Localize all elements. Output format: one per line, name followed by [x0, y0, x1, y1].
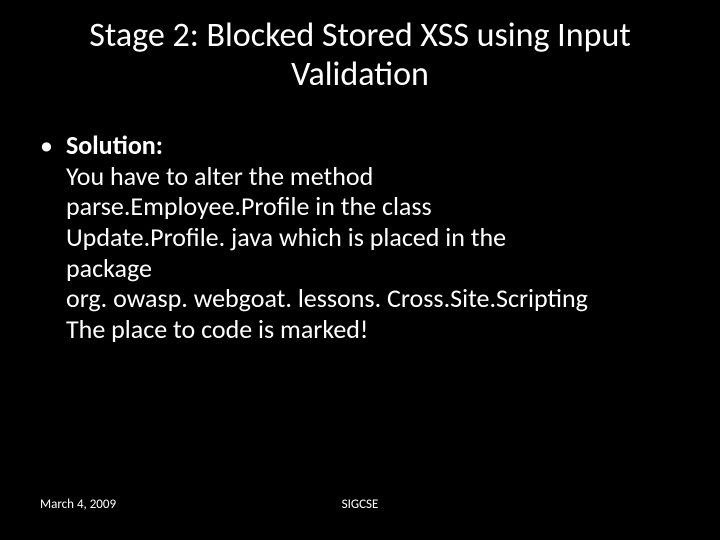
slide-title: Stage 2: Blocked Stored XSS using Input … — [0, 16, 720, 94]
bullet-label: Solution: — [66, 130, 163, 161]
slide-body: • Solution: You have to alter the method… — [40, 130, 680, 345]
bullet-body-text: You have to alter the method parse.Emplo… — [66, 161, 680, 345]
bullet-marker: • — [40, 130, 66, 161]
slide: Stage 2: Blocked Stored XSS using Input … — [0, 0, 720, 540]
footer-center: SIGCSE — [0, 497, 720, 512]
bullet-item: • Solution: — [40, 130, 680, 161]
